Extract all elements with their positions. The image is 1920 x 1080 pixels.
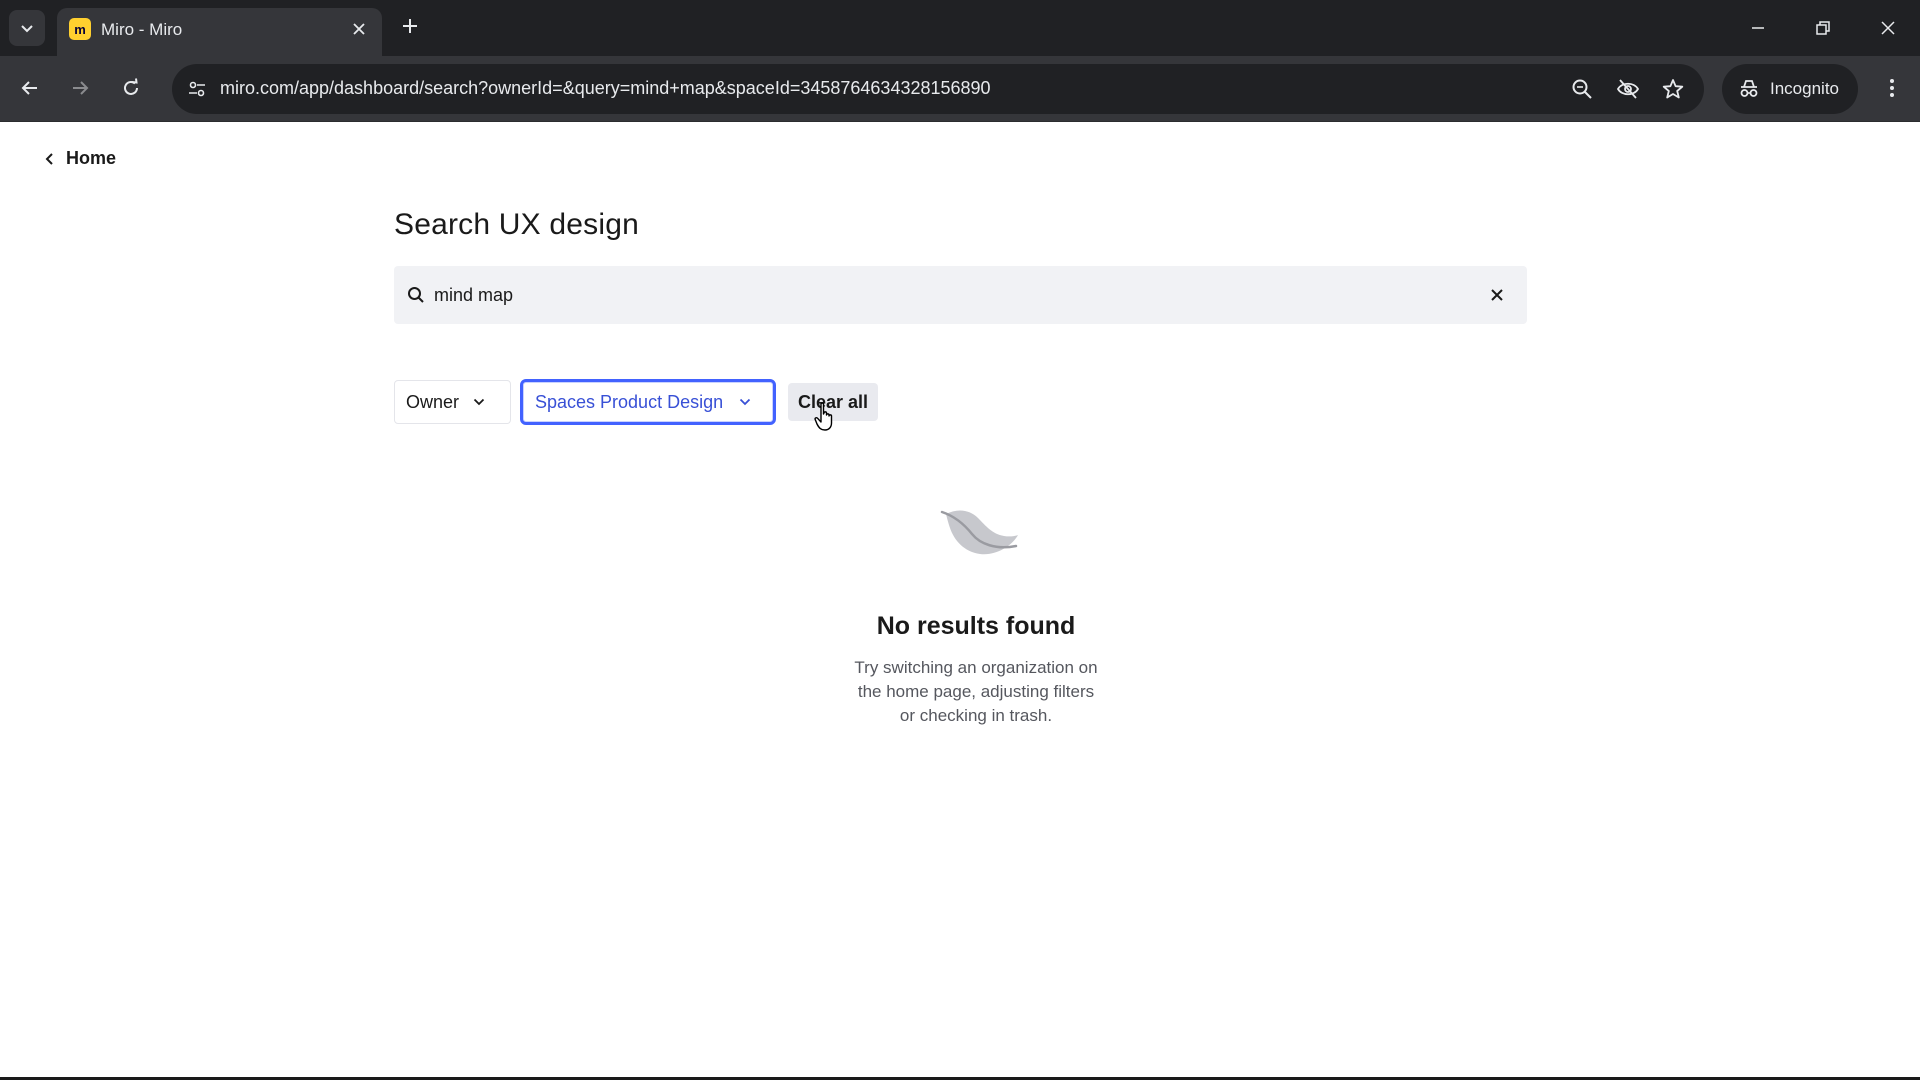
- zoom-icon: [1572, 79, 1592, 99]
- empty-state-description-line: the home page, adjusting filters: [857, 682, 1095, 701]
- space-filter-label: Spaces Product Design: [535, 391, 724, 412]
- forward-button[interactable]: [62, 70, 98, 106]
- tune-icon: [189, 81, 205, 97]
- miro-logo-icon: m: [69, 18, 91, 40]
- plus-icon: [403, 19, 417, 33]
- empty-state-description: Try switching an organization on the hom…: [816, 656, 1136, 728]
- zoom-button[interactable]: [1568, 75, 1596, 103]
- close-window-button[interactable]: [1868, 8, 1908, 48]
- browser-tab-active[interactable]: m Miro - Miro: [57, 8, 382, 56]
- chevron-down-icon: [473, 398, 485, 406]
- minimize-button[interactable]: [1738, 8, 1778, 48]
- chevron-down-icon: [739, 398, 751, 406]
- search-input[interactable]: [434, 266, 1454, 324]
- owner-filter-label: Owner: [406, 391, 460, 412]
- chevron-left-icon: [45, 152, 53, 165]
- eye-off-icon: [1616, 79, 1640, 99]
- back-home-link[interactable]: Home: [44, 148, 116, 169]
- back-button[interactable]: [12, 70, 48, 106]
- bookmark-button[interactable]: [1659, 75, 1687, 103]
- reload-button[interactable]: [113, 70, 149, 106]
- empty-leaf-illustration: [940, 510, 1018, 555]
- hand-pointer-icon: [814, 402, 833, 431]
- url-text: miro.com/app/dashboard/search?ownerId=&q…: [220, 78, 991, 98]
- chevron-down-icon: [21, 25, 33, 33]
- tab-search-button[interactable]: [9, 10, 45, 46]
- browser-menu-button[interactable]: [1874, 70, 1910, 106]
- browser-toolbar: miro.com/app/dashboard/search?ownerId=&q…: [0, 56, 1920, 122]
- reload-icon: [124, 78, 138, 95]
- new-tab-button[interactable]: [396, 12, 424, 40]
- incognito-icon: [1740, 80, 1758, 97]
- search-box[interactable]: [394, 266, 1527, 324]
- close-icon: [1491, 289, 1503, 301]
- tracking-protection-button[interactable]: [1614, 75, 1642, 103]
- page-content: Home Search UX design Owner Spaces Produ…: [0, 122, 1920, 1080]
- back-home-label: Home: [66, 148, 117, 168]
- space-filter-dropdown[interactable]: Spaces Product Design: [520, 379, 776, 425]
- empty-state-description-line: or checking in trash.: [899, 706, 1053, 725]
- arrow-left-icon: [21, 81, 37, 95]
- empty-state-title: No results found: [876, 612, 1076, 640]
- page-title: Search UX design: [394, 208, 640, 241]
- more-vertical-icon: [1890, 79, 1894, 97]
- address-bar[interactable]: miro.com/app/dashboard/search?ownerId=&q…: [172, 64, 1704, 114]
- restore-icon: [1816, 21, 1830, 35]
- tab-title: Miro - Miro: [101, 20, 183, 39]
- arrow-right-icon: [73, 81, 89, 95]
- incognito-label: Incognito: [1770, 79, 1839, 98]
- star-icon: [1662, 79, 1684, 99]
- tab-close-button[interactable]: [348, 18, 370, 40]
- minimize-icon: [1752, 27, 1764, 29]
- empty-state-description-line: Try switching an organization on: [854, 658, 1098, 677]
- close-icon: [353, 23, 365, 35]
- clear-search-button[interactable]: [1484, 282, 1510, 308]
- incognito-indicator[interactable]: Incognito: [1722, 64, 1858, 114]
- owner-filter-dropdown[interactable]: Owner: [394, 380, 511, 424]
- browser-tabstrip: m Miro - Miro: [0, 0, 1920, 56]
- site-info-button[interactable]: [182, 74, 212, 104]
- close-icon: [1881, 21, 1895, 35]
- restore-button[interactable]: [1803, 8, 1843, 48]
- search-icon: [404, 283, 428, 307]
